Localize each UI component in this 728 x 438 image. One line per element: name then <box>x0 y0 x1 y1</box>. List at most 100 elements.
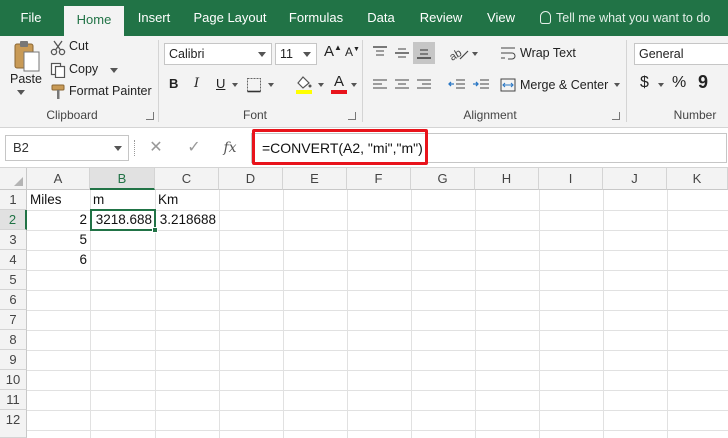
cell-a3[interactable]: 5 <box>27 230 90 250</box>
font-color-button[interactable]: A <box>334 73 344 90</box>
font-launcher-icon[interactable] <box>348 112 356 120</box>
cell-a2[interactable]: 2 <box>27 210 90 230</box>
paste-label[interactable]: Paste <box>10 72 42 86</box>
cell-c1[interactable]: Km <box>155 190 219 210</box>
paste-dropdown-icon[interactable] <box>17 90 25 95</box>
column-header-e[interactable]: E <box>283 168 347 190</box>
cell-b1[interactable]: m <box>90 190 155 210</box>
align-left-icon[interactable] <box>372 78 388 92</box>
tab-insert[interactable]: Insert <box>128 0 180 36</box>
fill-color-icon[interactable] <box>294 74 314 94</box>
align-right-icon[interactable] <box>416 78 432 92</box>
paste-icon[interactable] <box>12 40 42 74</box>
row-header-10[interactable]: 10 <box>0 370 27 390</box>
underline-button[interactable]: U <box>216 76 225 91</box>
wrap-text-button[interactable]: Wrap Text <box>520 46 576 60</box>
row-header-11[interactable]: 11 <box>0 390 27 410</box>
column-header-f[interactable]: F <box>347 168 411 190</box>
comma-style-button[interactable]: 9 <box>698 72 708 93</box>
chevron-down-icon[interactable] <box>232 83 238 87</box>
chevron-down-icon[interactable] <box>658 83 664 87</box>
chevron-down-icon[interactable] <box>318 83 324 87</box>
column-header-a[interactable]: A <box>27 168 90 190</box>
middle-align-icon[interactable] <box>394 46 410 60</box>
tab-view[interactable]: View <box>480 0 522 36</box>
column-header-i[interactable]: I <box>539 168 603 190</box>
accounting-format-button[interactable]: $ <box>640 74 649 92</box>
column-header-g[interactable]: G <box>411 168 475 190</box>
font-name-select[interactable]: Calibri <box>164 43 272 65</box>
alignment-launcher-icon[interactable] <box>612 112 620 120</box>
chevron-down-icon[interactable] <box>351 83 357 87</box>
merge-center-button[interactable]: Merge & Center <box>520 78 608 92</box>
row-header-2[interactable]: 2 <box>0 210 27 230</box>
insert-function-button[interactable]: fx <box>218 135 242 161</box>
shrink-font-button[interactable]: A▼ <box>345 45 360 59</box>
format-painter-button[interactable]: Format Painter <box>69 84 152 98</box>
align-center-icon[interactable] <box>394 78 410 92</box>
tell-me-text: Tell me what you want to do <box>556 11 711 25</box>
row-header-8[interactable]: 8 <box>0 330 27 350</box>
resize-handle[interactable] <box>134 140 136 156</box>
chevron-down-icon <box>258 52 266 57</box>
enter-button[interactable]: ✓ <box>182 135 206 161</box>
select-all-button[interactable] <box>0 168 27 190</box>
cell-a1[interactable]: Miles <box>27 190 90 210</box>
chevron-down-icon[interactable] <box>114 146 122 151</box>
column-header-d[interactable]: D <box>219 168 283 190</box>
fill-handle[interactable] <box>152 227 158 233</box>
cell-c2[interactable]: 3.218688 <box>155 210 219 230</box>
row-header-7[interactable]: 7 <box>0 310 27 330</box>
chevron-down-icon[interactable] <box>614 83 620 87</box>
gridline <box>411 190 412 438</box>
column-header-c[interactable]: C <box>155 168 219 190</box>
caret-up-icon: ▲ <box>334 43 342 52</box>
gridline <box>347 190 348 438</box>
percent-style-button[interactable]: % <box>672 74 686 92</box>
scissors-icon <box>50 40 66 56</box>
name-box[interactable]: B2 <box>5 135 129 161</box>
row-header-5[interactable]: 5 <box>0 270 27 290</box>
tab-review[interactable]: Review <box>412 0 470 36</box>
bottom-align-button[interactable] <box>413 42 435 64</box>
grow-font-button[interactable]: A▲ <box>324 43 342 60</box>
tab-formulas[interactable]: Formulas <box>282 0 350 36</box>
tab-data[interactable]: Data <box>360 0 402 36</box>
top-align-icon[interactable] <box>372 46 388 60</box>
number-format-select[interactable]: General <box>634 43 728 65</box>
increase-indent-icon[interactable] <box>472 78 490 92</box>
chevron-down-icon[interactable] <box>268 83 274 87</box>
gridline <box>27 270 728 271</box>
tab-file[interactable]: File <box>8 0 54 36</box>
gridline <box>27 290 728 291</box>
italic-button[interactable]: I <box>194 76 199 91</box>
column-header-h[interactable]: H <box>475 168 539 190</box>
row-header-4[interactable]: 4 <box>0 250 27 270</box>
row-header-12[interactable]: 12 <box>0 410 27 438</box>
bold-button[interactable]: B <box>169 76 178 91</box>
font-size-select[interactable]: 11 <box>275 43 317 65</box>
column-header-j[interactable]: J <box>603 168 667 190</box>
orientation-icon[interactable]: ab <box>448 44 470 62</box>
cut-button[interactable]: Cut <box>69 39 88 53</box>
worksheet-grid[interactable]: A B C D E F G H I J K 1 2 3 4 5 6 7 8 9 … <box>0 168 728 438</box>
tell-me-search[interactable]: Tell me what you want to do <box>540 0 710 36</box>
tab-home[interactable]: Home <box>64 6 124 36</box>
chevron-down-icon[interactable] <box>472 52 478 56</box>
copy-dropdown-icon[interactable] <box>110 68 118 73</box>
gridline <box>27 330 728 331</box>
decrease-indent-icon[interactable] <box>448 78 466 92</box>
tab-page-layout[interactable]: Page Layout <box>188 0 272 36</box>
column-header-b[interactable]: B <box>90 168 155 190</box>
row-header-1[interactable]: 1 <box>0 190 27 210</box>
row-header-9[interactable]: 9 <box>0 350 27 370</box>
row-header-6[interactable]: 6 <box>0 290 27 310</box>
copy-button[interactable]: Copy <box>69 62 98 76</box>
row-header-3[interactable]: 3 <box>0 230 27 250</box>
clipboard-launcher-icon[interactable] <box>146 112 154 120</box>
cell-a4[interactable]: 6 <box>27 250 90 270</box>
formula-highlight-box <box>252 129 428 165</box>
column-header-k[interactable]: K <box>667 168 728 190</box>
cancel-button[interactable]: ✕ <box>144 135 168 161</box>
borders-icon[interactable] <box>246 77 264 93</box>
